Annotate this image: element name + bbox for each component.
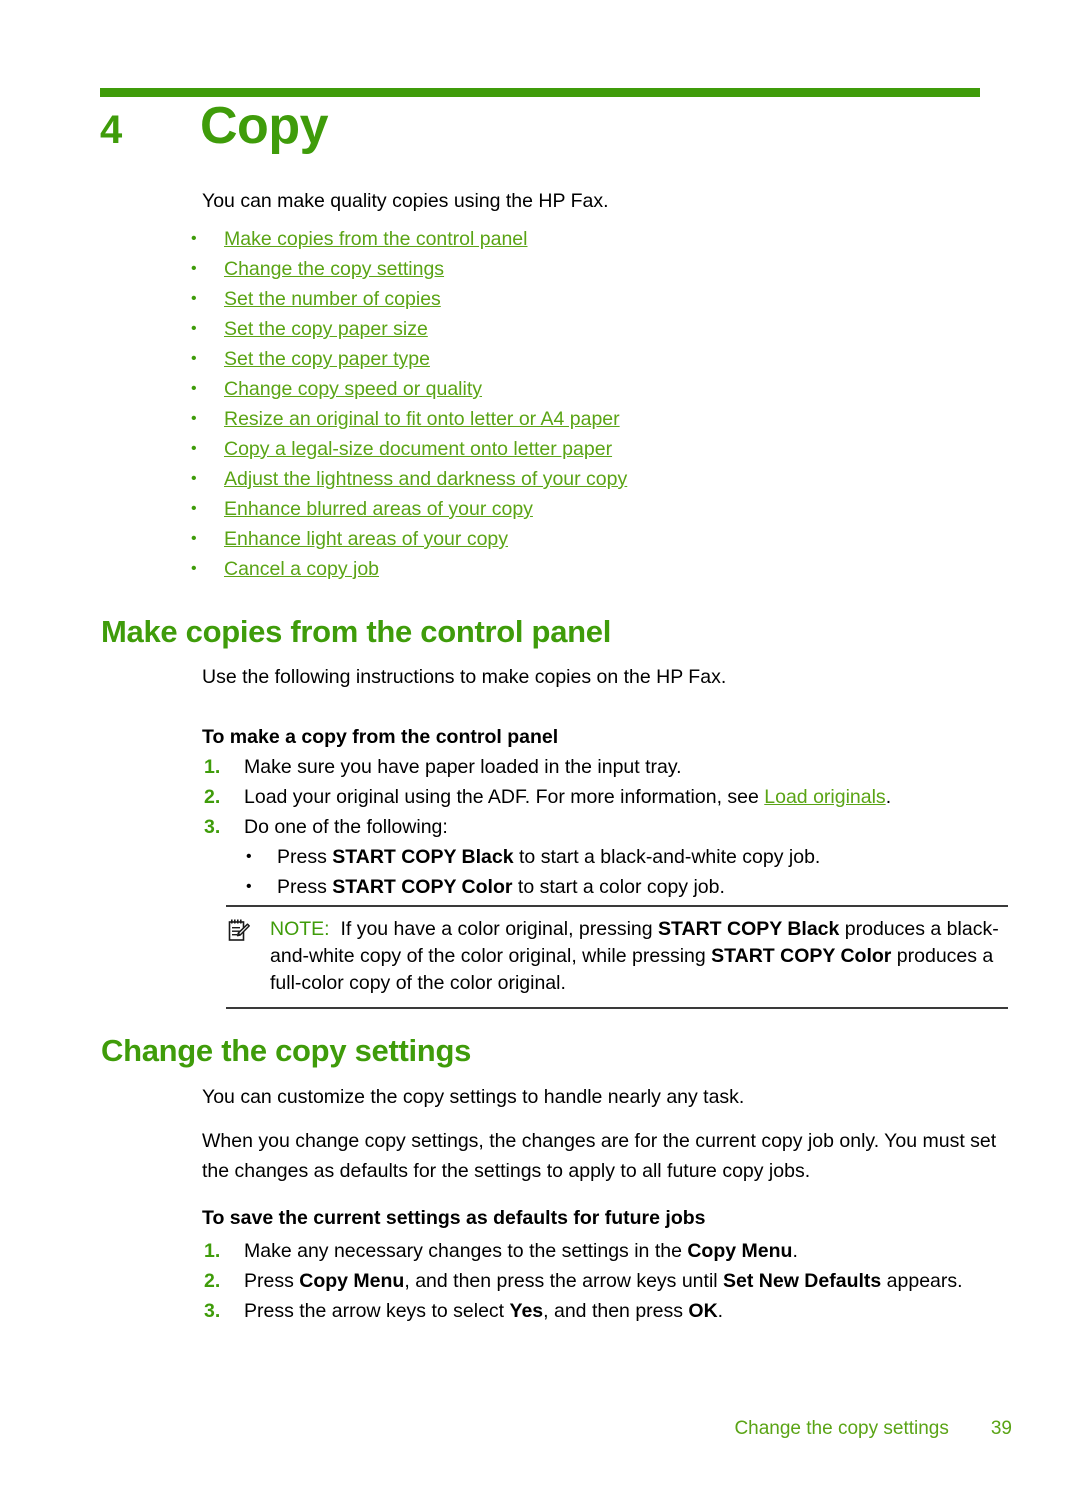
toc-link-copy-legal-size[interactable]: Copy a legal-size document onto letter p… <box>224 438 612 460</box>
substep-item: Press START COPY Black to start a black-… <box>244 842 1012 872</box>
toc-item: Enhance light areas of your copy <box>191 524 1001 554</box>
toc-link-set-number-of-copies[interactable]: Set the number of copies <box>224 288 441 310</box>
s2-step3-post: . <box>717 1300 724 1322</box>
step-item: Press the arrow keys to select Yes, and … <box>202 1296 1012 1326</box>
s2-step2-bold-b: Set New Defaults <box>723 1270 882 1292</box>
chapter-toc: Make copies from the control panel Chang… <box>191 224 1001 584</box>
s2-step2-pre: Press <box>244 1270 300 1292</box>
link-load-originals[interactable]: Load originals <box>764 786 885 808</box>
s2-step3-pre: Press the arrow keys to select <box>244 1300 510 1322</box>
substep2-post: to start a color copy job. <box>512 876 725 898</box>
step-item: Do one of the following: Press START COP… <box>202 812 1012 902</box>
substep-item: Press START COPY Color to start a color … <box>244 872 1012 902</box>
note-text-1: If you have a color original, pressing <box>340 918 659 940</box>
toc-item: Change the copy settings <box>191 254 1001 284</box>
section1-intro-text: Use the following instructions to make c… <box>202 666 727 688</box>
page-footer: Change the copy settings 39 <box>0 1418 1012 1440</box>
toc-link-change-copy-speed-quality[interactable]: Change copy speed or quality <box>224 378 482 400</box>
section2-para2: When you change copy settings, the chang… <box>202 1130 997 1182</box>
section2-para1: You can customize the copy settings to h… <box>202 1086 745 1108</box>
toc-item: Enhance blurred areas of your copy <box>191 494 1001 524</box>
substep1-bold: START COPY Black <box>332 846 514 868</box>
note-bottom-rule <box>226 1007 1008 1009</box>
step-item: Press Copy Menu, and then press the arro… <box>202 1266 1012 1296</box>
chapter-heading: 4 Copy <box>100 97 329 155</box>
document-page: 4 Copy You can make quality copies using… <box>0 0 1080 1495</box>
section2-para1-block: You can customize the copy settings to h… <box>202 1082 1012 1112</box>
note-bold-1: START COPY Black <box>658 918 840 940</box>
toc-link-enhance-blurred-areas[interactable]: Enhance blurred areas of your copy <box>224 498 533 520</box>
note-body: NOTE: If you have a color original, pres… <box>226 907 1008 1007</box>
section2-subhead-block: To save the current settings as defaults… <box>202 1203 1012 1233</box>
chapter-top-rule <box>100 88 980 97</box>
s2-step2-mid: , and then press the arrow keys until <box>404 1270 724 1292</box>
chapter-title: Copy <box>200 97 329 155</box>
toc-link-set-copy-paper-size[interactable]: Set the copy paper size <box>224 318 428 340</box>
section1-steps: Make sure you have paper loaded in the i… <box>202 752 1012 902</box>
step-item: Make any necessary changes to the settin… <box>202 1236 1012 1266</box>
s2-step3-bold-b: OK <box>688 1300 718 1322</box>
toc-link-cancel-copy-job[interactable]: Cancel a copy job <box>224 558 379 580</box>
section2-subhead: To save the current settings as defaults… <box>202 1207 706 1229</box>
toc-link-make-copies-control-panel[interactable]: Make copies from the control panel <box>224 228 528 250</box>
s2-step1-pre: Make any necessary changes to the settin… <box>244 1240 688 1262</box>
note-pad-pencil-icon <box>227 918 251 942</box>
section1-intro-block: Use the following instructions to make c… <box>202 662 1012 692</box>
substep1-pre: Press <box>277 846 333 868</box>
s2-step2-bold-a: Copy Menu <box>299 1270 405 1292</box>
toc-item: Resize an original to fit onto letter or… <box>191 404 1001 434</box>
chapter-intro-text: You can make quality copies using the HP… <box>202 190 609 212</box>
footer-section-title: Change the copy settings <box>734 1418 949 1439</box>
step-item: Make sure you have paper loaded in the i… <box>202 752 1012 782</box>
substep1-post: to start a black-and-white copy job. <box>513 846 821 868</box>
section2-steps: Make any necessary changes to the settin… <box>202 1236 1012 1326</box>
section-heading-make-copies: Make copies from the control panel <box>101 614 612 649</box>
s2-step2-post: appears. <box>881 1270 963 1292</box>
note-bold-2: START COPY Color <box>711 945 892 967</box>
step1-text: Make sure you have paper loaded in the i… <box>244 756 682 778</box>
step2-text-post: . <box>885 786 892 808</box>
section2-para2-block: When you change copy settings, the chang… <box>202 1126 1012 1186</box>
step-item: Load your original using the ADF. For mo… <box>202 782 1012 812</box>
toc-item: Copy a legal-size document onto letter p… <box>191 434 1001 464</box>
chapter-number: 4 <box>100 108 123 152</box>
note-callout: NOTE: If you have a color original, pres… <box>226 905 1008 1009</box>
toc-link-enhance-light-areas[interactable]: Enhance light areas of your copy <box>224 528 508 550</box>
step3-text: Do one of the following: <box>244 816 448 838</box>
substep2-pre: Press <box>277 876 333 898</box>
footer-page-number: 39 <box>990 1418 1012 1439</box>
chapter-intro-block: You can make quality copies using the HP… <box>202 186 1012 216</box>
step2-text-pre: Load your original using the ADF. For mo… <box>244 786 765 808</box>
substep2-bold: START COPY Color <box>332 876 513 898</box>
s2-step1-bold: Copy Menu <box>687 1240 793 1262</box>
section1-subhead-block: To make a copy from the control panel <box>202 722 1012 752</box>
toc-item: Set the copy paper size <box>191 314 1001 344</box>
step3-substeps: Press START COPY Black to start a black-… <box>244 842 1012 902</box>
section1-subhead: To make a copy from the control panel <box>202 726 559 748</box>
toc-item: Set the copy paper type <box>191 344 1001 374</box>
toc-item: Change copy speed or quality <box>191 374 1001 404</box>
note-label: NOTE: <box>270 918 330 940</box>
toc-link-adjust-lightness-darkness[interactable]: Adjust the lightness and darkness of you… <box>224 468 627 490</box>
toc-item: Make copies from the control panel <box>191 224 1001 254</box>
s2-step1-post: . <box>792 1240 798 1262</box>
s2-step3-bold-a: Yes <box>509 1300 544 1322</box>
toc-item: Cancel a copy job <box>191 554 1001 584</box>
toc-link-set-copy-paper-type[interactable]: Set the copy paper type <box>224 348 430 370</box>
toc-link-change-copy-settings[interactable]: Change the copy settings <box>224 258 444 280</box>
toc-item: Set the number of copies <box>191 284 1001 314</box>
s2-step3-mid: , and then press <box>543 1300 689 1322</box>
section-heading-change-copy-settings: Change the copy settings <box>101 1033 472 1068</box>
toc-link-resize-original[interactable]: Resize an original to fit onto letter or… <box>224 408 620 430</box>
toc-item: Adjust the lightness and darkness of you… <box>191 464 1001 494</box>
